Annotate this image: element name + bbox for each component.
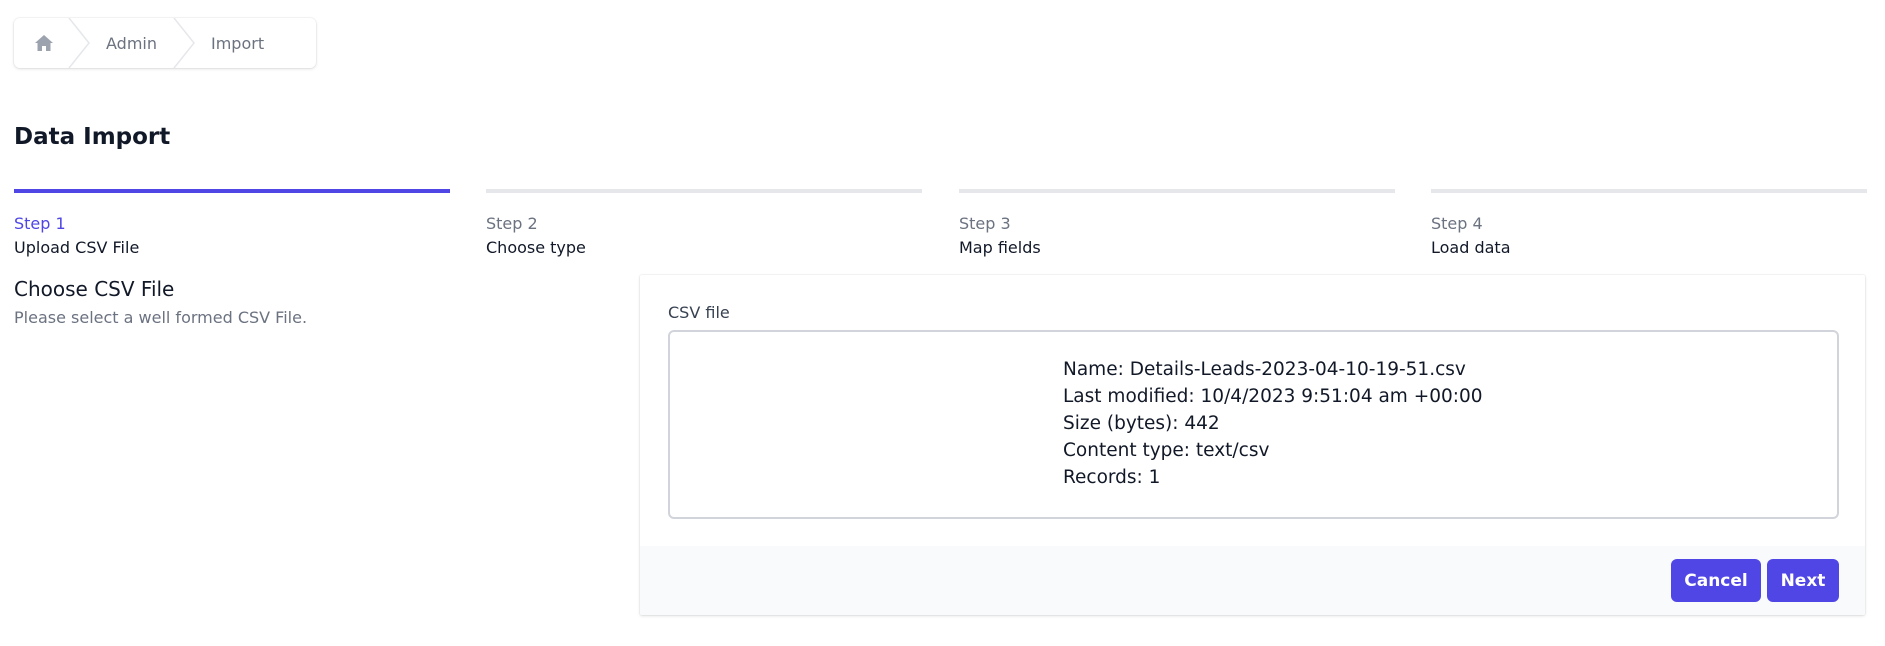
cancel-button[interactable]: Cancel xyxy=(1671,559,1761,602)
step-4[interactable]: Step 4 Load data xyxy=(1431,189,1867,257)
file-info: Name: Details-Leads-2023-04-10-19-51.csv… xyxy=(1063,356,1483,491)
file-records: Records: 1 xyxy=(1063,467,1161,488)
csv-file-dropzone[interactable]: Name: Details-Leads-2023-04-10-19-51.csv… xyxy=(668,330,1839,519)
breadcrumb-item-import[interactable]: Import xyxy=(195,34,280,53)
step-bar xyxy=(959,189,1395,193)
home-icon[interactable] xyxy=(34,34,54,52)
step-number: Step 4 xyxy=(1431,214,1483,233)
chevron-right-icon xyxy=(173,18,195,68)
next-button[interactable]: Next xyxy=(1767,559,1839,602)
card-footer: Cancel Next xyxy=(640,546,1865,615)
file-size: Size (bytes): 442 xyxy=(1063,413,1220,434)
file-last-modified: Last modified: 10/4/2023 9:51:04 am +00:… xyxy=(1063,386,1483,407)
step-name: Choose type xyxy=(486,238,586,257)
chevron-right-icon xyxy=(68,18,90,68)
step-name: Load data xyxy=(1431,238,1511,257)
breadcrumb-item-admin[interactable]: Admin xyxy=(90,34,173,53)
upload-card: CSV file Name: Details-Leads-2023-04-10-… xyxy=(640,275,1865,615)
page-title: Data Import xyxy=(14,124,171,150)
step-bar xyxy=(14,189,450,193)
breadcrumb: Admin Import xyxy=(14,18,316,68)
csv-file-label: CSV file xyxy=(668,303,730,322)
step-2[interactable]: Step 2 Choose type xyxy=(486,189,922,257)
step-progress: Step 1 Upload CSV File Step 2 Choose typ… xyxy=(14,189,1867,259)
section-description: Please select a well formed CSV File. xyxy=(14,308,308,327)
section-title: Choose CSV File xyxy=(14,277,175,301)
step-bar xyxy=(486,189,922,193)
step-3[interactable]: Step 3 Map fields xyxy=(959,189,1395,257)
file-name: Name: Details-Leads-2023-04-10-19-51.csv xyxy=(1063,359,1466,380)
step-1[interactable]: Step 1 Upload CSV File xyxy=(14,189,450,257)
step-number: Step 3 xyxy=(959,214,1011,233)
step-number: Step 1 xyxy=(14,214,66,233)
file-content-type: Content type: text/csv xyxy=(1063,440,1270,461)
step-bar xyxy=(1431,189,1867,193)
step-number: Step 2 xyxy=(486,214,538,233)
step-name: Map fields xyxy=(959,238,1041,257)
step-name: Upload CSV File xyxy=(14,238,140,257)
breadcrumb-home[interactable] xyxy=(14,18,68,68)
